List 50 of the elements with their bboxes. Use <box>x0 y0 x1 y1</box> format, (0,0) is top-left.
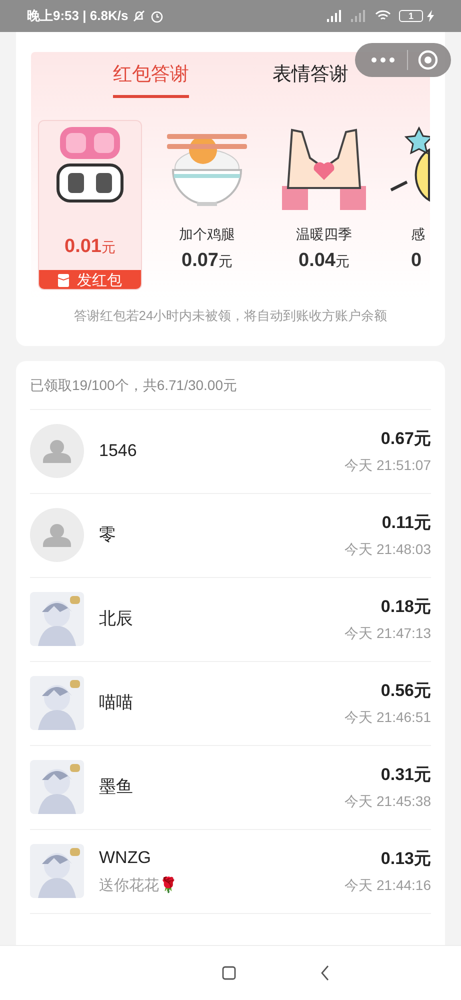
mute-icon <box>132 9 146 23</box>
signal-icon <box>351 10 367 22</box>
time-text: 今天 21:44:16 <box>344 876 431 895</box>
capsule-menu[interactable] <box>355 43 451 77</box>
amount-text: 0.67元 <box>380 428 431 450</box>
amount-text: 0.13元 <box>380 848 431 870</box>
message-text: 送你花花🌹 <box>99 876 178 896</box>
time-text: 今天 21:51:07 <box>344 456 431 475</box>
user-name: 喵喵 <box>99 692 133 714</box>
time-text: 今天 21:47:13 <box>344 624 431 643</box>
close-icon[interactable] <box>418 50 438 70</box>
back-icon[interactable] <box>320 965 330 981</box>
gift-price: 0.01元 <box>64 235 116 259</box>
alarm-icon <box>150 9 164 23</box>
amount-text: 0.18元 <box>380 596 431 618</box>
gift-price: 0.07元 <box>182 249 232 273</box>
time-text: 今天 21:48:03 <box>344 540 431 559</box>
charging-icon <box>427 10 434 22</box>
wifi-icon <box>375 10 391 22</box>
note-text: 答谢红包若24小时内未被领，将自动到账收方账户余额 <box>72 307 388 325</box>
time-text: 今天 21:46:51 <box>344 708 431 727</box>
tab[interactable]: 表情答谢 <box>230 52 390 100</box>
amount-text: 0.56元 <box>380 680 431 702</box>
default-avatar-icon <box>30 508 84 562</box>
home-icon[interactable] <box>222 966 236 980</box>
send-packet-button[interactable]: 发红包 <box>39 270 141 289</box>
amount-text: 0.11元 <box>382 512 431 534</box>
more-icon[interactable] <box>371 57 395 63</box>
gift-name: 感 <box>411 225 425 244</box>
user-name: 零 <box>99 524 116 546</box>
signal-icon <box>327 10 343 22</box>
default-avatar-icon <box>30 424 84 478</box>
user-name: 1546 <box>99 440 137 462</box>
gift-name: 加个鸡腿 <box>179 225 235 244</box>
gift-option[interactable]: 0.01元 发红包 <box>38 120 142 290</box>
gift-price: 0 <box>411 249 422 273</box>
user-name: 墨鱼 <box>99 776 133 798</box>
gift-name: 温暖四季 <box>296 225 352 244</box>
amount-text: 0.31元 <box>380 764 431 786</box>
time-text: 今天 21:45:38 <box>344 792 431 811</box>
gift-option[interactable]: 感 0 <box>389 120 430 290</box>
gift-option[interactable]: 加个鸡腿 0.07元 <box>155 120 259 290</box>
gift-option[interactable]: 温暖四季 0.04元 <box>272 120 376 290</box>
summary-text: 已领取19/100个，共6.71/30.00元 <box>30 360 431 410</box>
user-name: 北辰 <box>99 608 133 630</box>
battery-icon: 1 <box>399 10 423 22</box>
envelope-icon <box>58 274 69 288</box>
gift-price: 0.04元 <box>298 249 350 273</box>
user-name: WNZG <box>99 847 151 869</box>
status-time: 晚上9:53 | 6.8K/s <box>27 7 128 26</box>
